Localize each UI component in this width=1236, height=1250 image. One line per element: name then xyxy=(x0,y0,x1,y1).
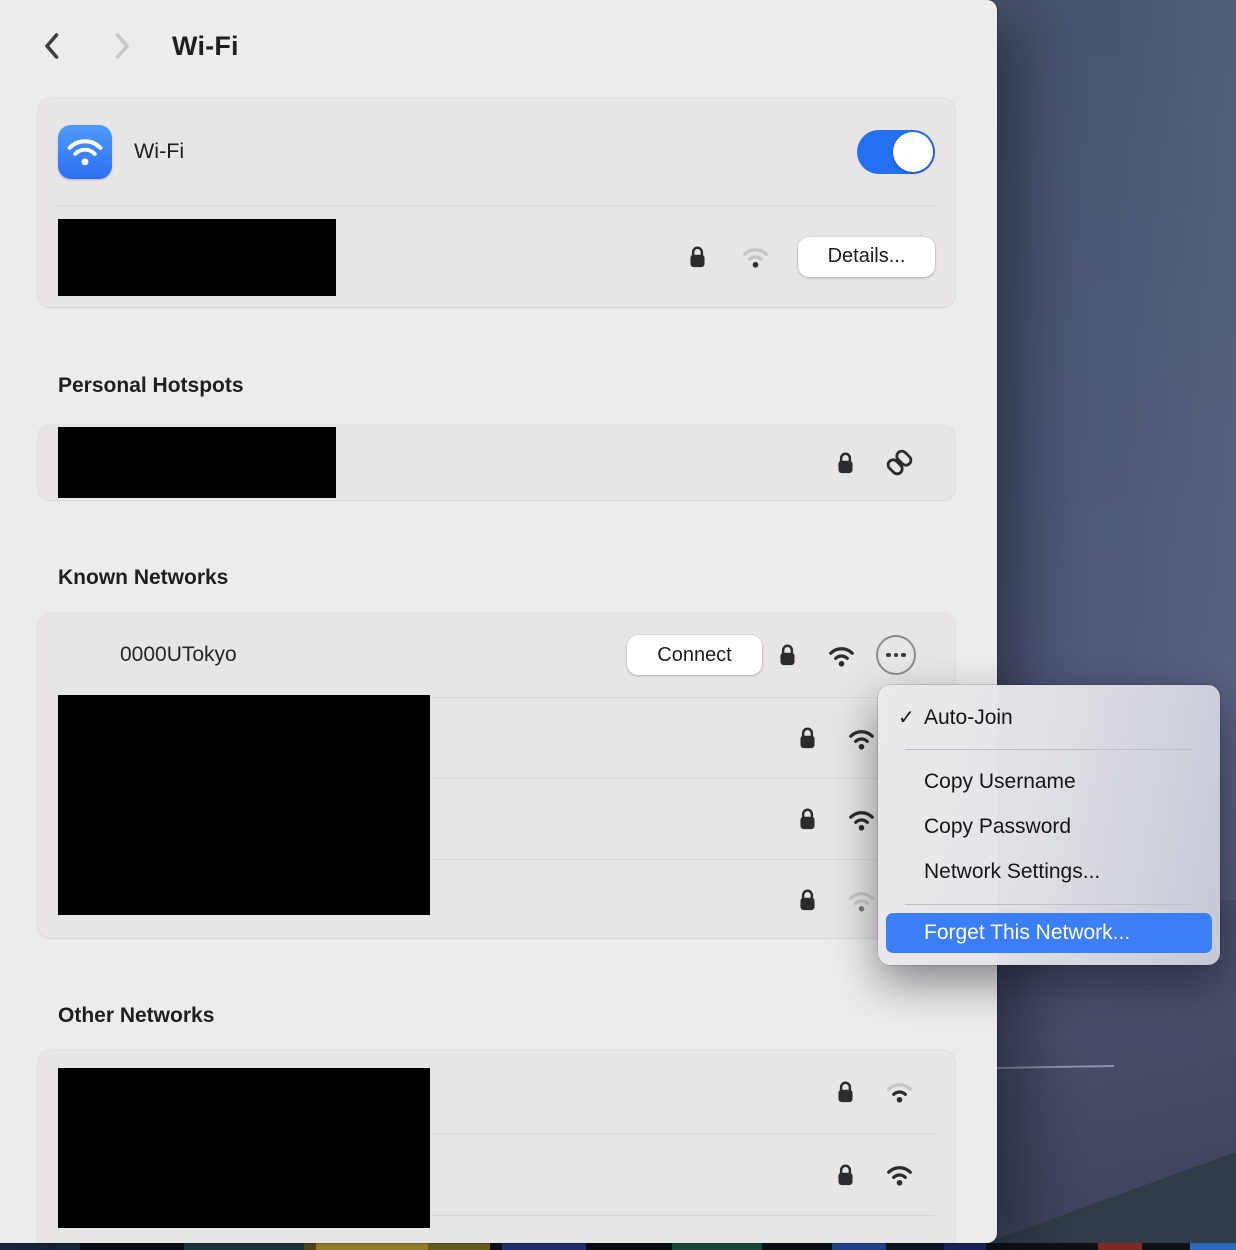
lock-icon xyxy=(836,1162,855,1188)
back-chevron-icon[interactable] xyxy=(40,30,64,62)
personal-hotspot-link-icon xyxy=(885,448,914,477)
lock-icon xyxy=(798,725,817,751)
wifi-card: Wi-Fi Details... xyxy=(38,98,955,307)
dock-icon-sliver xyxy=(316,1243,428,1250)
dock-icon-sliver xyxy=(944,1243,986,1250)
wallpaper-shadow-wedge xyxy=(986,1113,1236,1243)
connect-button[interactable]: Connect xyxy=(627,635,762,675)
hotspot-row[interactable] xyxy=(38,425,955,500)
ellipsis-more-button[interactable] xyxy=(876,635,916,675)
dock-icon-sliver xyxy=(586,1243,672,1250)
dock-icon-sliver xyxy=(58,1243,80,1250)
menu-item-label: Auto-Join xyxy=(924,706,1013,730)
dock-icon-sliver xyxy=(1142,1243,1190,1250)
dock-icon-sliver xyxy=(304,1243,316,1250)
lock-icon xyxy=(798,887,817,913)
other-networks-card xyxy=(38,1050,955,1243)
section-title-known-networks: Known Networks xyxy=(58,566,228,590)
dock-icon-sliver xyxy=(886,1243,944,1250)
dock-icon-sliver xyxy=(1190,1243,1236,1250)
wifi-signal-icon xyxy=(885,1162,914,1187)
wifi-signal-icon xyxy=(885,1079,914,1104)
wifi-signal-icon xyxy=(847,888,876,913)
menu-item-label: Forget This Network... xyxy=(924,921,1130,945)
menu-item-copy-password[interactable]: Copy Password xyxy=(886,804,1212,849)
wifi-signal-icon xyxy=(827,643,856,668)
redacted-network-name xyxy=(58,427,336,498)
checkmark-icon: ✓ xyxy=(898,705,924,730)
redacted-network-names xyxy=(58,695,430,915)
personal-hotspots-card xyxy=(38,425,955,500)
dock-icon-sliver xyxy=(428,1243,490,1250)
wifi-signal-icon xyxy=(847,726,876,751)
section-title-other-networks: Other Networks xyxy=(58,1004,214,1028)
menu-divider xyxy=(905,749,1193,750)
dock-icon-sliver xyxy=(832,1243,886,1250)
toggle-knob xyxy=(893,132,933,172)
menu-item-copy-username[interactable]: Copy Username xyxy=(886,759,1212,804)
dock-icon-sliver xyxy=(184,1243,304,1250)
menu-item-forget-this-network[interactable]: Forget This Network... xyxy=(886,913,1212,953)
redacted-network-names xyxy=(58,1068,430,1228)
lock-icon xyxy=(836,1079,855,1105)
network-name: 0000UTokyo xyxy=(120,643,237,667)
dock-icon-sliver xyxy=(1098,1243,1142,1250)
forward-chevron-icon[interactable] xyxy=(110,30,134,62)
lock-icon xyxy=(688,244,707,270)
dock-icon-sliver xyxy=(672,1243,762,1250)
dock-icon-sliver xyxy=(80,1243,184,1250)
network-row-0000utokyo[interactable]: 0000UTokyo Connect xyxy=(38,613,955,697)
details-button[interactable]: Details... xyxy=(798,237,935,277)
system-settings-window: Wi-Fi Wi-Fi Details... Personal Hotspots xyxy=(0,0,997,1243)
menu-item-network-settings[interactable]: Network Settings... xyxy=(886,849,1212,894)
known-networks-card: 0000UTokyo Connect xyxy=(38,613,955,938)
dock-strip xyxy=(0,1243,1236,1250)
menu-item-label: Copy Username xyxy=(924,770,1076,794)
dock-icon-sliver xyxy=(502,1243,586,1250)
network-context-menu: ✓ Auto-Join Copy Username Copy Password … xyxy=(878,685,1220,965)
section-title-personal-hotspots: Personal Hotspots xyxy=(58,374,244,398)
dock-icon-sliver xyxy=(0,1243,58,1250)
lock-icon xyxy=(836,450,855,476)
menu-item-label: Copy Password xyxy=(924,815,1071,839)
menu-item-label: Network Settings... xyxy=(924,860,1100,884)
lock-icon xyxy=(798,806,817,832)
page-title: Wi-Fi xyxy=(172,31,239,62)
menu-item-auto-join[interactable]: ✓ Auto-Join xyxy=(886,695,1212,740)
dock-icon-sliver xyxy=(762,1243,832,1250)
current-network-row[interactable]: Details... xyxy=(38,206,955,307)
lock-icon xyxy=(778,642,797,668)
wifi-label: Wi-Fi xyxy=(134,139,184,164)
wifi-toggle-row: Wi-Fi xyxy=(38,98,955,205)
wifi-signal-icon xyxy=(741,244,770,269)
wallpaper-highlight xyxy=(996,1065,1114,1069)
wifi-toggle[interactable] xyxy=(857,130,935,174)
nav-bar: Wi-Fi xyxy=(40,30,239,62)
wifi-signal-icon xyxy=(847,807,876,832)
dock-icon-sliver xyxy=(986,1243,1098,1250)
redacted-network-name xyxy=(58,219,336,296)
wifi-app-icon xyxy=(58,125,112,179)
dock-icon-sliver xyxy=(490,1243,502,1250)
menu-divider xyxy=(905,904,1193,905)
